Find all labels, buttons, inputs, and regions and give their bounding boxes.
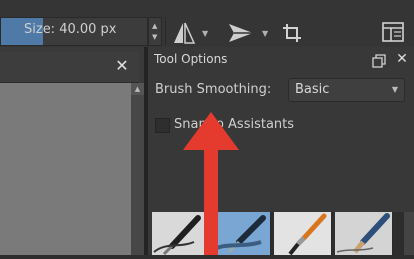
scroll-up-icon[interactable]: ▲ [131, 83, 144, 95]
brush-size-label: Size: 40.00 px [24, 22, 117, 37]
direction-menu-caret-icon[interactable]: ▼ [262, 29, 268, 38]
brush-preset-orange-brush[interactable] [274, 212, 332, 256]
spin-down-icon[interactable]: ▼ [152, 34, 157, 41]
horizontal-mirror-icon [174, 22, 196, 44]
mirror-menu-caret-icon[interactable]: ▼ [202, 29, 208, 38]
workspace-button[interactable] [382, 22, 404, 42]
docker-title: Tool Options [154, 52, 228, 66]
crop-icon [283, 24, 301, 42]
horizontal-mirror-button[interactable] [172, 21, 196, 45]
crop-button[interactable] [281, 22, 303, 44]
brush-smoothing-label: Brush Smoothing: [155, 82, 272, 97]
brush-size-slider[interactable]: Size: 40.00 px [0, 17, 148, 46]
canvas-vertical-scrollbar[interactable] [131, 83, 144, 255]
spin-up-icon[interactable]: ▲ [152, 23, 157, 30]
snap-to-assistants-checkbox[interactable] [155, 118, 170, 133]
docker-close-icon[interactable]: ✕ [394, 51, 410, 67]
brush-smoothing-select[interactable]: Basic ▼ [288, 78, 405, 102]
canvas[interactable] [0, 83, 131, 255]
docker-float-icon[interactable] [372, 53, 386, 68]
annotation-arrow [183, 112, 239, 255]
preset-strip-scrollbar[interactable] [404, 212, 414, 255]
document-close-icon[interactable]: ✕ [113, 57, 131, 75]
paint-brush-icon [288, 213, 327, 256]
brush-smoothing-value: Basic [295, 82, 330, 97]
toolbar-separator [165, 17, 166, 45]
brush-preset-pencil[interactable] [335, 212, 393, 255]
paper-plane-icon [229, 24, 253, 42]
brush-size-spinner[interactable]: ▲ ▼ [148, 17, 162, 46]
brush-direction-button[interactable] [227, 22, 255, 44]
panel-layout-icon [382, 22, 404, 42]
pencil-icon [336, 213, 390, 254]
red-arrow-icon [183, 112, 239, 255]
chevron-down-icon: ▼ [391, 85, 398, 94]
